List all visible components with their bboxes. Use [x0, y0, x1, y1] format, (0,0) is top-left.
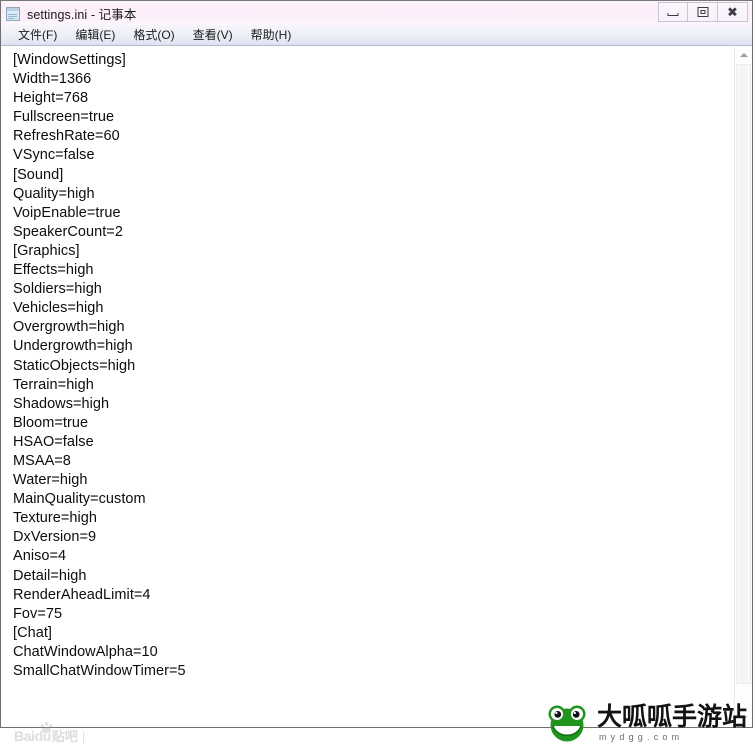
baidu-tieba-watermark: Baidu 贴吧 | — [14, 722, 86, 744]
close-icon: ✖ — [727, 4, 738, 20]
site-logo-text: 大呱呱手游站 mydgg.com — [596, 701, 747, 743]
window-title: settings.ini - 记事本 — [27, 7, 137, 22]
text-line: MainQuality=custom — [13, 491, 146, 508]
text-line: Undergrowth=high — [13, 338, 133, 355]
menu-view[interactable]: 查看(V) — [184, 26, 242, 45]
text-line: RefreshRate=60 — [13, 128, 120, 145]
text-line: [WindowSettings] — [13, 52, 126, 68]
notepad-icon — [5, 5, 22, 22]
scroll-up-button[interactable] — [735, 47, 752, 64]
text-line: Vehicles=high — [13, 300, 104, 317]
menu-help[interactable]: 帮助(H) — [242, 26, 301, 45]
text-line: MSAA=8 — [13, 452, 71, 469]
baidu-brand-text: Baidu — [14, 728, 51, 744]
text-line: Fov=75 — [13, 605, 63, 622]
text-line: DxVersion=9 — [13, 529, 97, 546]
text-line: [Chat] — [13, 624, 52, 641]
frog-icon — [544, 703, 590, 743]
window-controls: ✖ — [658, 2, 748, 22]
notepad-window: settings.ini - 记事本 ✖ 文件(F) 编辑(E) 格式(O) 查… — [0, 0, 753, 728]
scrollbar-track[interactable] — [735, 64, 752, 710]
text-line: VSync=false — [13, 147, 95, 164]
site-title: 大呱呱手游站 — [596, 701, 747, 731]
menu-edit[interactable]: 编辑(E) — [66, 26, 124, 45]
vertical-scrollbar[interactable] — [734, 47, 752, 727]
text-line: [Graphics] — [13, 242, 80, 259]
text-line: ChatWindowAlpha=10 — [13, 643, 158, 660]
text-line: Shadows=high — [13, 395, 110, 412]
text-line: SmallChatWindowTimer=5 — [13, 663, 186, 679]
site-logo: 大呱呱手游站 mydgg.com — [544, 703, 747, 743]
text-line: Soldiers=high — [13, 281, 102, 298]
text-line: [Sound] — [13, 166, 64, 183]
text-line: Bloom=true — [13, 414, 89, 431]
baidu-separator: | — [81, 729, 86, 744]
text-line: Width=1366 — [13, 71, 92, 88]
text-line: Effects=high — [13, 262, 94, 279]
text-line: SpeakerCount=2 — [13, 223, 123, 240]
text-line: Fullscreen=true — [13, 109, 115, 126]
minimize-icon — [667, 13, 679, 17]
menu-file[interactable]: 文件(F) — [9, 26, 66, 45]
maximize-button[interactable] — [688, 2, 718, 22]
text-editor[interactable]: [WindowSettings] Width=1366 Height=768 F… — [1, 47, 734, 727]
close-button[interactable]: ✖ — [718, 2, 748, 22]
text-line: Quality=high — [13, 185, 95, 202]
text-line: VoipEnable=true — [13, 204, 121, 221]
menu-bar: 文件(F) 编辑(E) 格式(O) 查看(V) 帮助(H) — [1, 25, 752, 46]
text-line: Terrain=high — [13, 376, 94, 393]
text-line: Water=high — [13, 472, 88, 489]
baidu-tieba-text: 贴吧 — [51, 729, 78, 744]
site-domain: mydgg.com — [598, 732, 684, 743]
scrollbar-thumb[interactable] — [736, 64, 751, 685]
text-line: Overgrowth=high — [13, 319, 125, 336]
client-area: [WindowSettings] Width=1366 Height=768 F… — [1, 46, 752, 727]
menu-format[interactable]: 格式(O) — [124, 26, 183, 45]
text-line: HSAO=false — [13, 433, 94, 450]
text-line: Texture=high — [13, 510, 98, 527]
text-line: Detail=high — [13, 567, 87, 584]
text-line: RenderAheadLimit=4 — [13, 586, 151, 603]
text-line: Aniso=4 — [13, 548, 67, 565]
title-bar[interactable]: settings.ini - 记事本 ✖ — [1, 1, 752, 25]
text-line: Height=768 — [13, 90, 89, 107]
minimize-button[interactable] — [658, 2, 688, 22]
text-line: StaticObjects=high — [13, 357, 136, 374]
scroll-up-arrow-icon — [739, 53, 748, 57]
